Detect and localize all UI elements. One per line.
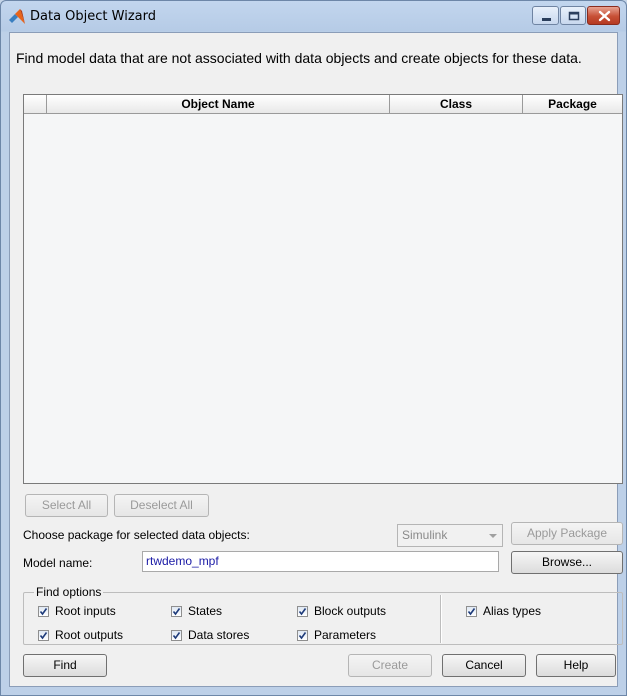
- root-inputs-checkbox[interactable]: Root inputs: [38, 604, 116, 618]
- checkbox-label: States: [188, 604, 223, 618]
- model-name-label: Model name:: [23, 556, 93, 570]
- instructions-text: Find model data that are not associated …: [16, 50, 582, 66]
- checkbox-label: Root inputs: [55, 604, 116, 618]
- data-objects-table[interactable]: Object Name Class Package: [23, 94, 623, 484]
- checkbox-checked-icon: [38, 606, 49, 617]
- column-header-select[interactable]: [24, 95, 47, 113]
- package-label: Choose package for selected data objects…: [23, 528, 250, 542]
- window-title: Data Object Wizard: [30, 9, 156, 24]
- find-button[interactable]: Find: [23, 654, 107, 677]
- checkbox-checked-icon: [171, 606, 182, 617]
- dropdown-arrow-icon: [489, 534, 497, 538]
- maximize-button[interactable]: [560, 6, 586, 25]
- checkbox-label: Root outputs: [55, 628, 124, 642]
- alias-types-checkbox[interactable]: Alias types: [466, 604, 541, 618]
- cancel-button[interactable]: Cancel: [442, 654, 526, 677]
- model-name-field[interactable]: rtwdemo_mpf: [142, 551, 499, 572]
- column-header-object-name[interactable]: Object Name: [47, 95, 390, 113]
- table-header: Object Name Class Package: [24, 95, 622, 114]
- checkbox-label: Alias types: [483, 604, 542, 618]
- states-checkbox[interactable]: States: [171, 604, 222, 618]
- checkbox-checked-icon: [171, 630, 182, 641]
- block-outputs-checkbox[interactable]: Block outputs: [297, 604, 386, 618]
- title-bar[interactable]: Data Object Wizard: [1, 1, 626, 32]
- checkbox-label: Data stores: [188, 628, 250, 642]
- checkbox-checked-icon: [38, 630, 49, 641]
- find-options-divider: [440, 595, 442, 643]
- column-header-package[interactable]: Package: [523, 95, 622, 113]
- close-icon: [598, 10, 611, 22]
- column-header-class[interactable]: Class: [390, 95, 523, 113]
- deselect-all-button[interactable]: Deselect All: [114, 494, 209, 517]
- checkbox-checked-icon: [297, 630, 308, 641]
- checkbox-checked-icon: [466, 606, 477, 617]
- apply-package-button[interactable]: Apply Package: [511, 522, 623, 545]
- checkbox-label: Parameters: [314, 628, 377, 642]
- package-dropdown[interactable]: Simulink: [397, 524, 503, 547]
- create-button[interactable]: Create: [348, 654, 432, 677]
- matlab-logo-icon: [9, 9, 25, 24]
- browse-button[interactable]: Browse...: [511, 551, 623, 574]
- select-all-button[interactable]: Select All: [25, 494, 108, 517]
- checkbox-checked-icon: [297, 606, 308, 617]
- help-button[interactable]: Help: [536, 654, 616, 677]
- package-dropdown-value: Simulink: [402, 528, 448, 542]
- data-stores-checkbox[interactable]: Data stores: [171, 628, 249, 642]
- minimize-icon: [542, 18, 551, 21]
- minimize-button[interactable]: [532, 6, 559, 25]
- find-options-title: Find options: [34, 585, 104, 599]
- close-button[interactable]: [587, 6, 620, 25]
- parameters-checkbox[interactable]: Parameters: [297, 628, 376, 642]
- root-outputs-checkbox[interactable]: Root outputs: [38, 628, 123, 642]
- maximize-icon: [568, 11, 580, 21]
- checkbox-label: Block outputs: [314, 604, 387, 618]
